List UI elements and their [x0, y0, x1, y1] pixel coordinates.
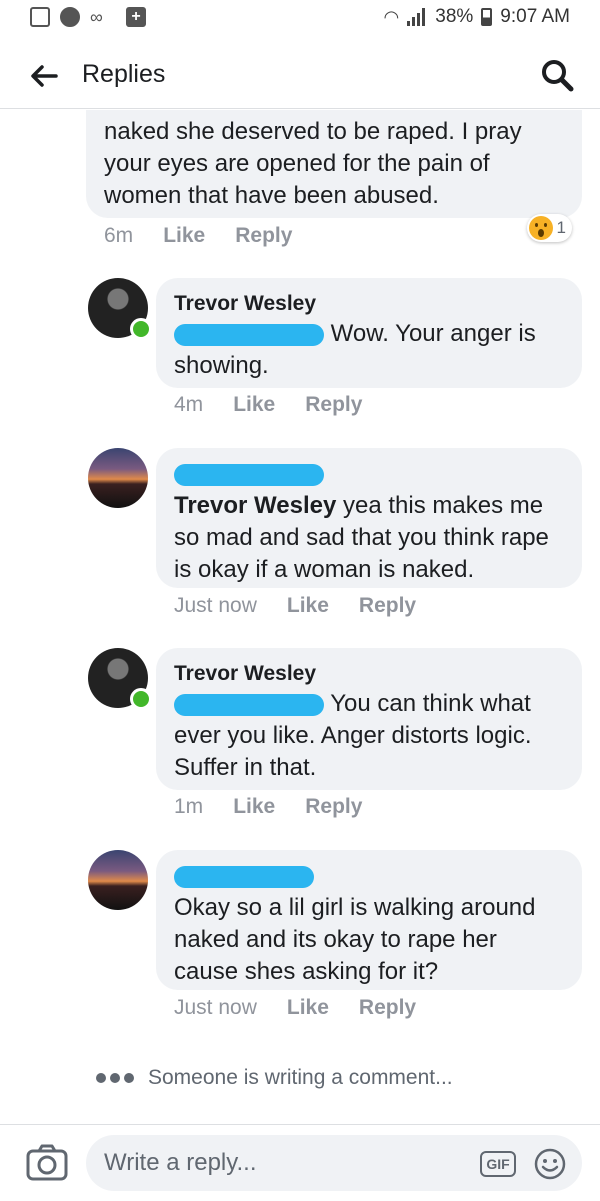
reply-button[interactable]: Reply — [359, 594, 416, 618]
comment-actions: 1m Like Reply — [174, 795, 362, 819]
like-button[interactable]: Like — [287, 996, 329, 1020]
redaction-mark — [174, 693, 324, 716]
voicemail-icon: ∞ — [90, 7, 103, 27]
comment-bubble: Trevor Wesley Wow. Your anger is showing… — [156, 278, 582, 388]
comment-bubble: Trevor Wesley yea this makes me so mad a… — [156, 448, 582, 588]
typing-text: Someone is writing a comment... — [148, 1066, 453, 1089]
comment-actions: Just now Like Reply — [174, 594, 416, 618]
camera-icon[interactable] — [26, 1143, 68, 1181]
comment-time: 4m — [174, 393, 204, 416]
typing-indicator: Someone is writing a comment... — [96, 1066, 453, 1090]
wow-icon — [528, 216, 553, 240]
reply-button[interactable]: Reply — [305, 393, 362, 417]
comment-bubble: naked she deserved to be raped. I pray y… — [86, 110, 582, 218]
back-arrow-icon[interactable] — [26, 58, 62, 94]
redaction-mark — [174, 323, 324, 346]
comment-bubble: Okay so a lil girl is walking around nak… — [156, 850, 582, 990]
like-button[interactable]: Like — [233, 393, 275, 417]
mention-link[interactable]: Trevor Wesley — [174, 492, 336, 519]
like-button[interactable]: Like — [233, 795, 275, 819]
signal-icon — [407, 8, 427, 26]
comment-actions: 6m Like Reply — [104, 224, 292, 248]
avatar[interactable] — [88, 850, 148, 910]
search-icon[interactable] — [538, 56, 576, 94]
emoji-icon[interactable] — [533, 1147, 567, 1181]
battery-icon — [481, 8, 493, 26]
redaction-mark — [174, 464, 324, 486]
comment-time: 6m — [104, 224, 134, 247]
like-button[interactable]: Like — [163, 224, 205, 248]
online-indicator — [130, 318, 152, 340]
status-right: ◠ 38% 9:07 AM — [384, 6, 570, 28]
comment-author[interactable]: Trevor Wesley — [174, 290, 564, 318]
gif-button[interactable]: GIF — [480, 1151, 516, 1177]
page-title: Replies — [82, 60, 166, 88]
medical-icon: + — [126, 7, 146, 27]
comment-bubble: Trevor Wesley You can think what ever yo… — [156, 648, 582, 790]
comment-time: Just now — [174, 594, 257, 617]
reply-composer: GIF — [0, 1124, 600, 1201]
like-button[interactable]: Like — [287, 594, 329, 618]
clock: 9:07 AM — [500, 6, 570, 27]
facebook-icon — [60, 7, 80, 27]
typing-dots-icon — [96, 1073, 134, 1083]
notification-icons: ∞ + — [30, 7, 146, 27]
reply-button[interactable]: Reply — [235, 224, 292, 248]
comment-text: Okay so a lil girl is walking around nak… — [174, 894, 536, 985]
comment-time: 1m — [174, 795, 204, 818]
reply-button[interactable]: Reply — [359, 996, 416, 1020]
status-bar: ∞ + ◠ 38% 9:07 AM — [0, 0, 600, 36]
comment-time: Just now — [174, 996, 257, 1019]
redaction-mark — [174, 866, 314, 888]
reply-button[interactable]: Reply — [305, 795, 362, 819]
reaction-count: 1 — [556, 218, 566, 237]
app-header: Replies — [0, 44, 600, 109]
comment-actions: Just now Like Reply — [174, 996, 416, 1020]
comment-text: naked she deserved to be raped. I pray y… — [104, 118, 522, 209]
online-indicator — [130, 688, 152, 710]
avatar[interactable] — [88, 448, 148, 508]
comment-author[interactable]: Trevor Wesley — [174, 660, 564, 688]
comment-actions: 4m Like Reply — [174, 393, 362, 417]
reaction-badge[interactable]: 1 — [526, 214, 572, 242]
gallery-icon — [30, 7, 50, 27]
wifi-icon: ◠ — [383, 6, 400, 27]
battery-percent: 38% — [435, 6, 474, 27]
